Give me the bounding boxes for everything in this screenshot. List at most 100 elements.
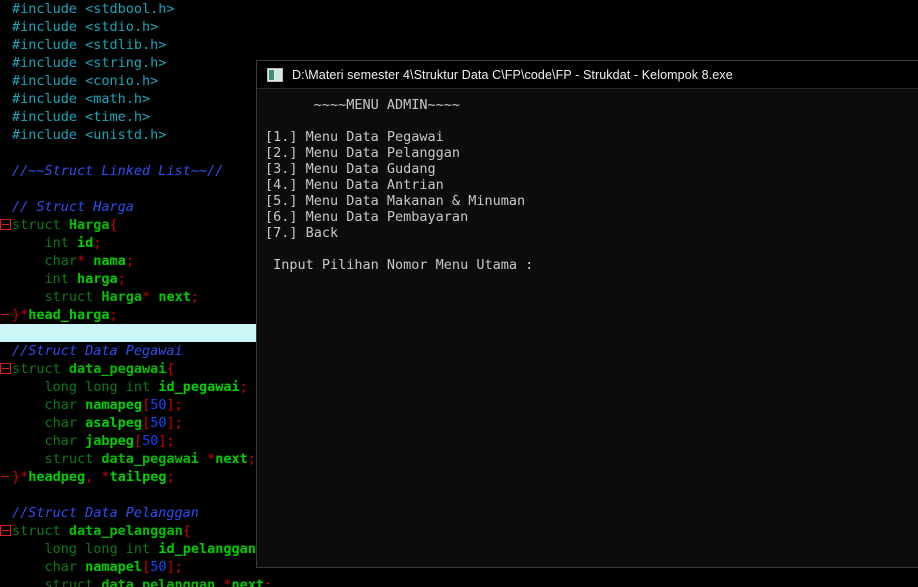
console-line: ~~~~MENU ADMIN~~~~ bbox=[265, 97, 461, 113]
fold-collapse-icon[interactable] bbox=[0, 525, 11, 536]
code-token: #include <string.h> bbox=[12, 55, 167, 71]
code-token: id bbox=[77, 235, 94, 251]
code-token: //Struct Data Pegawai bbox=[12, 343, 183, 359]
code-line[interactable]: #include <stdbool.h> bbox=[0, 0, 918, 18]
code-token: Harga bbox=[68, 217, 110, 233]
code-token: struct bbox=[12, 577, 102, 587]
code-token: tailpeg bbox=[109, 469, 167, 485]
code-token: int bbox=[12, 235, 78, 251]
code-line[interactable]: struct data_pelanggan *next; bbox=[0, 576, 918, 587]
code-token: 50 bbox=[150, 559, 167, 575]
code-token: }* bbox=[12, 307, 29, 323]
code-token: data_pelanggan bbox=[101, 577, 224, 587]
code-token: char bbox=[12, 397, 86, 413]
code-token: 50 bbox=[150, 397, 167, 413]
code-token: [ bbox=[133, 433, 143, 449]
code-token: harga bbox=[77, 271, 118, 287]
code-token: #include <stdlib.h> bbox=[12, 37, 167, 53]
code-token: #include <time.h> bbox=[12, 109, 151, 125]
code-token: //~~Struct Linked List~~// bbox=[12, 163, 224, 179]
code-token: data_pegawai bbox=[68, 361, 167, 377]
code-token: [ bbox=[142, 559, 151, 575]
fold-collapse-icon[interactable] bbox=[0, 363, 11, 374]
code-token: next bbox=[231, 577, 264, 587]
code-line[interactable]: #include <stdio.h> bbox=[0, 18, 918, 36]
code-token: #include <conio.h> bbox=[12, 73, 159, 89]
code-token: ; bbox=[263, 577, 273, 587]
code-token: ; bbox=[125, 253, 134, 269]
code-token: Harga bbox=[101, 289, 143, 305]
code-token: long long int bbox=[12, 541, 159, 557]
code-token: struct bbox=[12, 523, 69, 539]
code-token: struct bbox=[12, 361, 69, 377]
console-line: [5.] Menu Data Makanan & Minuman bbox=[265, 193, 526, 209]
code-token: char bbox=[12, 559, 86, 575]
code-token: id_pegawai bbox=[158, 379, 240, 395]
code-token: struct bbox=[12, 217, 69, 233]
console-title-text: D:\Materi semester 4\Struktur Data C\FP\… bbox=[292, 67, 733, 82]
code-token: //Struct Data Pelanggan bbox=[12, 505, 199, 521]
code-token: * bbox=[207, 451, 216, 467]
code-token: ; bbox=[117, 271, 126, 287]
code-token: ]; bbox=[166, 415, 183, 431]
fold-end-icon bbox=[1, 476, 9, 477]
code-token: ; bbox=[239, 379, 248, 395]
code-token: #include <unistd.h> bbox=[12, 127, 167, 143]
code-token: namapeg bbox=[85, 397, 143, 413]
code-token: head_harga bbox=[28, 307, 110, 323]
code-token: * bbox=[77, 253, 94, 269]
code-token: long long int bbox=[12, 379, 159, 395]
code-token: #include <math.h> bbox=[12, 91, 151, 107]
console-output[interactable]: ~~~~MENU ADMIN~~~~ [1.] Menu Data Pegawai… bbox=[257, 89, 918, 567]
console-line: [3.] Menu Data Gudang bbox=[265, 161, 436, 177]
console-line: [6.] Menu Data Pembayaran bbox=[265, 209, 469, 225]
code-token: id_pelanggan bbox=[158, 541, 256, 557]
code-token: nama bbox=[93, 253, 126, 269]
console-line: [4.] Menu Data Antrian bbox=[265, 177, 444, 193]
code-token: char bbox=[12, 253, 78, 269]
code-token: jabpeg bbox=[85, 433, 134, 449]
code-token: 50 bbox=[150, 415, 167, 431]
code-token: ; bbox=[93, 235, 102, 251]
code-token: ]; bbox=[158, 433, 175, 449]
code-token: [ bbox=[142, 397, 151, 413]
console-window[interactable]: D:\Materi semester 4\Struktur Data C\FP\… bbox=[256, 60, 918, 568]
code-token: 50 bbox=[142, 433, 159, 449]
code-token: , * bbox=[85, 469, 110, 485]
code-line[interactable]: #include <stdlib.h> bbox=[0, 36, 918, 54]
code-token: ; bbox=[247, 451, 256, 467]
code-token: struct bbox=[12, 289, 102, 305]
console-titlebar[interactable]: D:\Materi semester 4\Struktur Data C\FP\… bbox=[257, 61, 918, 89]
code-token: next bbox=[215, 451, 248, 467]
code-token: #include <stdio.h> bbox=[12, 19, 159, 35]
code-token: char bbox=[12, 433, 86, 449]
code-token: asalpeg bbox=[85, 415, 143, 431]
code-token: data_pegawai bbox=[101, 451, 208, 467]
code-token: * bbox=[142, 289, 159, 305]
code-token: ; bbox=[109, 307, 118, 323]
code-token: data_pelanggan bbox=[68, 523, 183, 539]
code-token: { bbox=[109, 217, 118, 233]
console-window-icon bbox=[267, 67, 283, 82]
code-token: ; bbox=[190, 289, 199, 305]
code-token: { bbox=[182, 523, 191, 539]
code-token: ]; bbox=[166, 559, 183, 575]
console-line: Input Pilihan Nomor Menu Utama : bbox=[265, 257, 534, 273]
code-token: // Struct Harga bbox=[12, 199, 134, 215]
console-line: [1.] Menu Data Pegawai bbox=[265, 129, 444, 145]
code-token: { bbox=[166, 361, 175, 377]
code-token: char bbox=[12, 415, 86, 431]
fold-end-icon bbox=[1, 314, 9, 315]
code-token: int bbox=[12, 271, 78, 287]
fold-collapse-icon[interactable] bbox=[0, 219, 11, 230]
code-token: [ bbox=[142, 415, 151, 431]
console-line: [7.] Back bbox=[265, 225, 339, 241]
code-token: next bbox=[158, 289, 191, 305]
code-token: headpeg bbox=[28, 469, 86, 485]
code-token: namapel bbox=[85, 559, 143, 575]
code-token: }* bbox=[12, 469, 29, 485]
code-token: #include <stdbool.h> bbox=[12, 1, 175, 17]
console-line: [2.] Menu Data Pelanggan bbox=[265, 145, 461, 161]
